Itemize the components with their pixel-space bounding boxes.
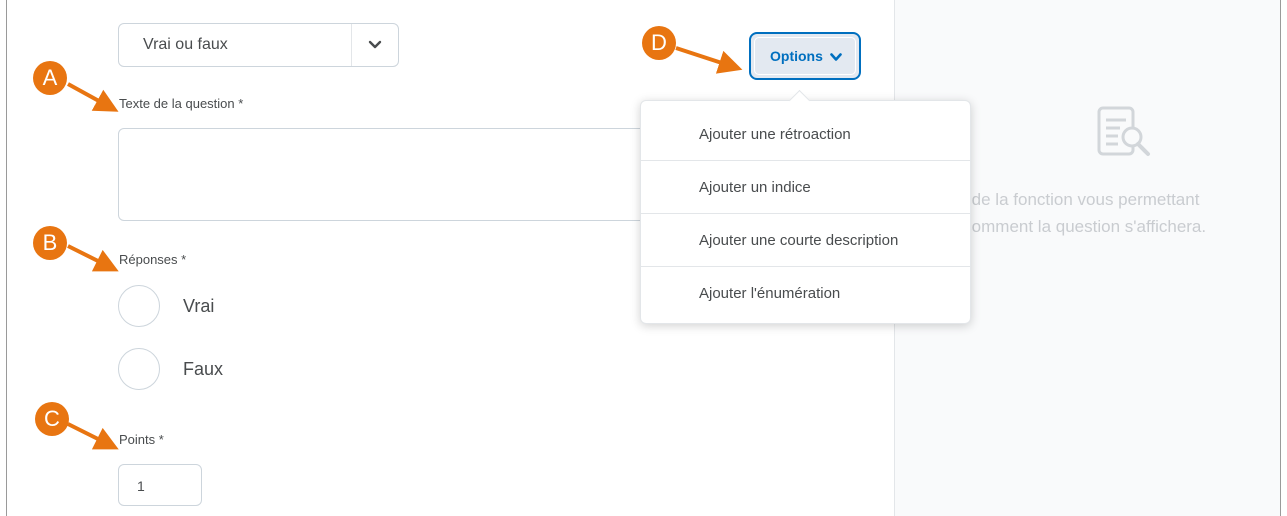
required-marker: * [238,96,244,111]
chevron-down-icon [830,53,842,61]
answer-label-true: Vrai [183,296,215,316]
question-type-value: Vrai ou faux [143,36,228,53]
answer-radio-false[interactable] [118,348,160,390]
menu-item-add-hint[interactable]: Ajouter un indice [641,160,970,213]
select-divider [351,24,352,66]
question-type-select[interactable]: Vrai ou faux [118,23,399,67]
question-text-input[interactable] [118,128,658,221]
menu-item-add-enumeration[interactable]: Ajouter l'énumération [641,266,970,319]
preview-line-2: ir comment la question s'affichera. [949,217,1207,236]
callout-d: D [642,26,676,60]
question-text-label: Texte de la question * [119,96,244,111]
required-marker: * [181,252,187,267]
answer-radio-true[interactable] [118,285,160,327]
callout-a: A [33,61,67,95]
preview-line-1: git de la fonction vous permettant [949,190,1200,209]
callout-b: B [33,226,67,260]
document-search-icon [1097,106,1150,156]
answer-label-false: Faux [183,359,224,379]
answers-label: Réponses * [119,252,187,267]
preview-placeholder-text: git de la fonction vous permettant ir co… [949,186,1280,240]
options-button-label: Options [770,48,823,64]
options-button[interactable]: Options [749,32,861,80]
options-dropdown-menu: Ajouter une rétroaction Ajouter un indic… [640,89,971,324]
chevron-down-icon [368,40,382,49]
points-input[interactable]: 1 [118,464,202,506]
menu-item-add-feedback[interactable]: Ajouter une rétroaction [641,107,970,160]
points-label: Points * [119,432,164,447]
required-marker: * [158,432,164,447]
menu-item-add-short-description[interactable]: Ajouter une courte description [641,213,970,266]
callout-c: C [35,402,69,436]
